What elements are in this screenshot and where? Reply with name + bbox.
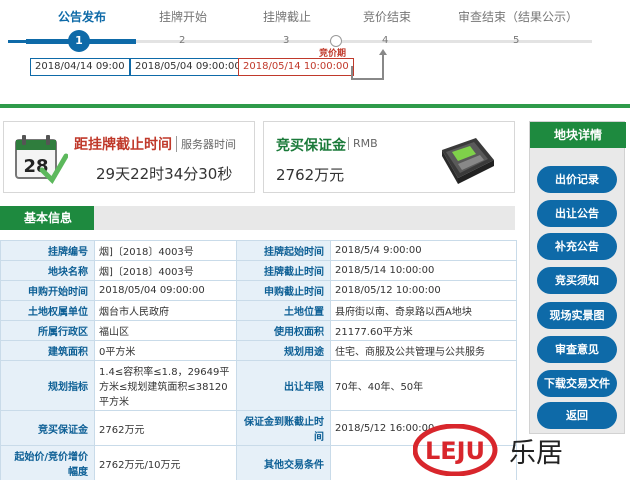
cell-label: 建筑面积 — [0, 340, 95, 361]
cell-label: 土地位置 — [236, 300, 331, 321]
site-photos-button[interactable]: 现场实景图 — [537, 302, 617, 329]
cell-value: 烟]〔2018〕4003号 — [94, 240, 237, 261]
progress-steps: 公告发布 挂牌开始 挂牌截止 竞价结束 审查结束（结果公示） 1 2 3 4 5… — [0, 0, 630, 100]
countdown-time: 29天22时34分30秒 — [96, 165, 233, 183]
cell-value: 福山区 — [94, 320, 237, 341]
step-number: 3 — [283, 35, 290, 46]
review-opinion-button[interactable]: 审查意见 — [537, 336, 617, 363]
step-title-bid-end: 竞价结束 — [363, 10, 412, 24]
step-number: 5 — [513, 35, 520, 46]
cell-label: 挂牌起始时间 — [236, 240, 331, 261]
step-number: 2 — [179, 35, 186, 46]
cell-value: 烟台市人民政府 — [94, 300, 237, 321]
countdown-title: 距挂牌截止时间 — [74, 137, 172, 153]
cell-label: 起始价/竞价增价幅度 — [0, 445, 95, 480]
step-title-listing-start: 挂牌开始 — [159, 10, 208, 24]
logo-caption: 乐居 — [509, 438, 563, 469]
calendar-icon: 28 — [15, 135, 68, 185]
bid-arrow-head-icon — [379, 49, 387, 55]
cell-label: 挂牌编号 — [0, 240, 95, 261]
parcel-detail-sidebar: 地块详情 出价记录 出让公告 补充公告 竞买须知 现场实景图 审查意见 下载交易… — [529, 121, 626, 434]
sidebar-title: 地块详情 — [530, 122, 626, 148]
cell-label: 使用权面积 — [236, 320, 331, 341]
cell-value: 2018/5/14 10:00:00 — [330, 260, 517, 281]
deposit-title: 竞买保证金 — [276, 138, 346, 154]
cell-value: 70年、40年、50年 — [330, 360, 517, 411]
table-row: 土地权属单位 烟台市人民政府 土地位置 县府街以南、奇泉路以西A地块 — [0, 300, 517, 321]
bid-arrow-line — [351, 78, 383, 80]
cell-value: 2018/05/04 09:00:00 — [94, 280, 237, 301]
step-title-review-end: 审查结束（结果公示） — [458, 10, 579, 24]
cell-label: 所属行政区 — [0, 320, 95, 341]
deposit-panel: 竞买保证金 RMB 2762万元 — [263, 121, 515, 193]
cell-label: 规划指标 — [0, 360, 95, 411]
step-date-listing-start: 2018/05/04 09:00:00 — [130, 58, 246, 76]
cell-label: 其他交易条件 — [236, 445, 331, 480]
cell-value: 2018/5/4 9:00:00 — [330, 240, 517, 261]
cell-label: 竞买保证金 — [0, 410, 95, 446]
bid-records-button[interactable]: 出价记录 — [537, 166, 617, 193]
bid-arrow-line — [351, 66, 353, 80]
step-date-announce: 2018/04/14 09:00 — [30, 58, 130, 76]
leju-logo: LEJU 乐居 — [413, 424, 563, 476]
pos-terminal-icon — [442, 138, 494, 184]
table-row: 规划指标 1.4≤容积率≤1.8，29649平方米≤规划建筑面积≤38120平方… — [0, 360, 517, 411]
cell-label: 出让年限 — [236, 360, 331, 411]
supplementary-notice-button[interactable]: 补充公告 — [537, 233, 617, 260]
cell-value: 1.4≤容积率≤1.8，29649平方米≤规划建筑面积≤38120平方米 — [94, 360, 237, 411]
step-date-listing-end: 2018/05/14 10:00:00 — [238, 58, 354, 76]
cell-label: 保证金到账截止时间 — [236, 410, 331, 446]
cell-value: 2762万元/10万元 — [94, 445, 237, 480]
tab-basic-info[interactable]: 基本信息 — [0, 206, 94, 230]
cell-value: 县府街以南、奇泉路以西A地块 — [330, 300, 517, 321]
table-row: 挂牌编号 烟]〔2018〕4003号 挂牌起始时间 2018/5/4 9:00:… — [0, 240, 517, 261]
cell-value: 烟]〔2018〕4003号 — [94, 260, 237, 281]
cell-value: 2018/05/12 10:00:00 — [330, 280, 517, 301]
logo-brand-text: LEJU — [425, 437, 485, 465]
cell-label: 土地权属单位 — [0, 300, 95, 321]
step-title-listing-end: 挂牌截止 — [263, 10, 312, 24]
countdown-panel: 28 距挂牌截止时间 服务器时间 29天22时34分30秒 — [3, 121, 255, 193]
cell-value: 21177.60平方米 — [330, 320, 517, 341]
cell-label: 申购开始时间 — [0, 280, 95, 301]
table-row: 建筑面积 0平方米 规划用途 住宅、商服及公共管理与公共服务 — [0, 340, 517, 361]
cell-value: 住宅、商服及公共管理与公共服务 — [330, 340, 517, 361]
cell-value: 0平方米 — [94, 340, 237, 361]
table-row: 地块名称 烟]〔2018〕4003号 挂牌截止时间 2018/5/14 10:0… — [0, 260, 517, 281]
deposit-unit: RMB — [348, 137, 378, 150]
step-title-announce: 公告发布 — [58, 10, 107, 24]
header-divider — [0, 104, 630, 108]
step-number: 4 — [382, 35, 389, 46]
download-documents-button[interactable]: 下载交易文件 — [537, 370, 617, 397]
table-row: 申购开始时间 2018/05/04 09:00:00 申购截止时间 2018/0… — [0, 280, 517, 301]
cell-value: 2762万元 — [94, 410, 237, 446]
cell-label: 挂牌截止时间 — [236, 260, 331, 281]
bidding-instructions-button[interactable]: 竞买须知 — [537, 267, 617, 294]
basic-info-header: 基本信息 — [0, 206, 515, 230]
bid-arrow-line — [382, 54, 384, 80]
cell-label: 规划用途 — [236, 340, 331, 361]
countdown-subtitle: 服务器时间 — [176, 136, 236, 152]
step-current-marker: 1 — [68, 30, 90, 52]
cell-label: 地块名称 — [0, 260, 95, 281]
table-row: 所属行政区 福山区 使用权面积 21177.60平方米 — [0, 320, 517, 341]
transfer-notice-button[interactable]: 出让公告 — [537, 200, 617, 227]
deposit-value: 2762万元 — [276, 166, 345, 184]
cell-label: 申购截止时间 — [236, 280, 331, 301]
progress-track-done — [8, 40, 28, 43]
